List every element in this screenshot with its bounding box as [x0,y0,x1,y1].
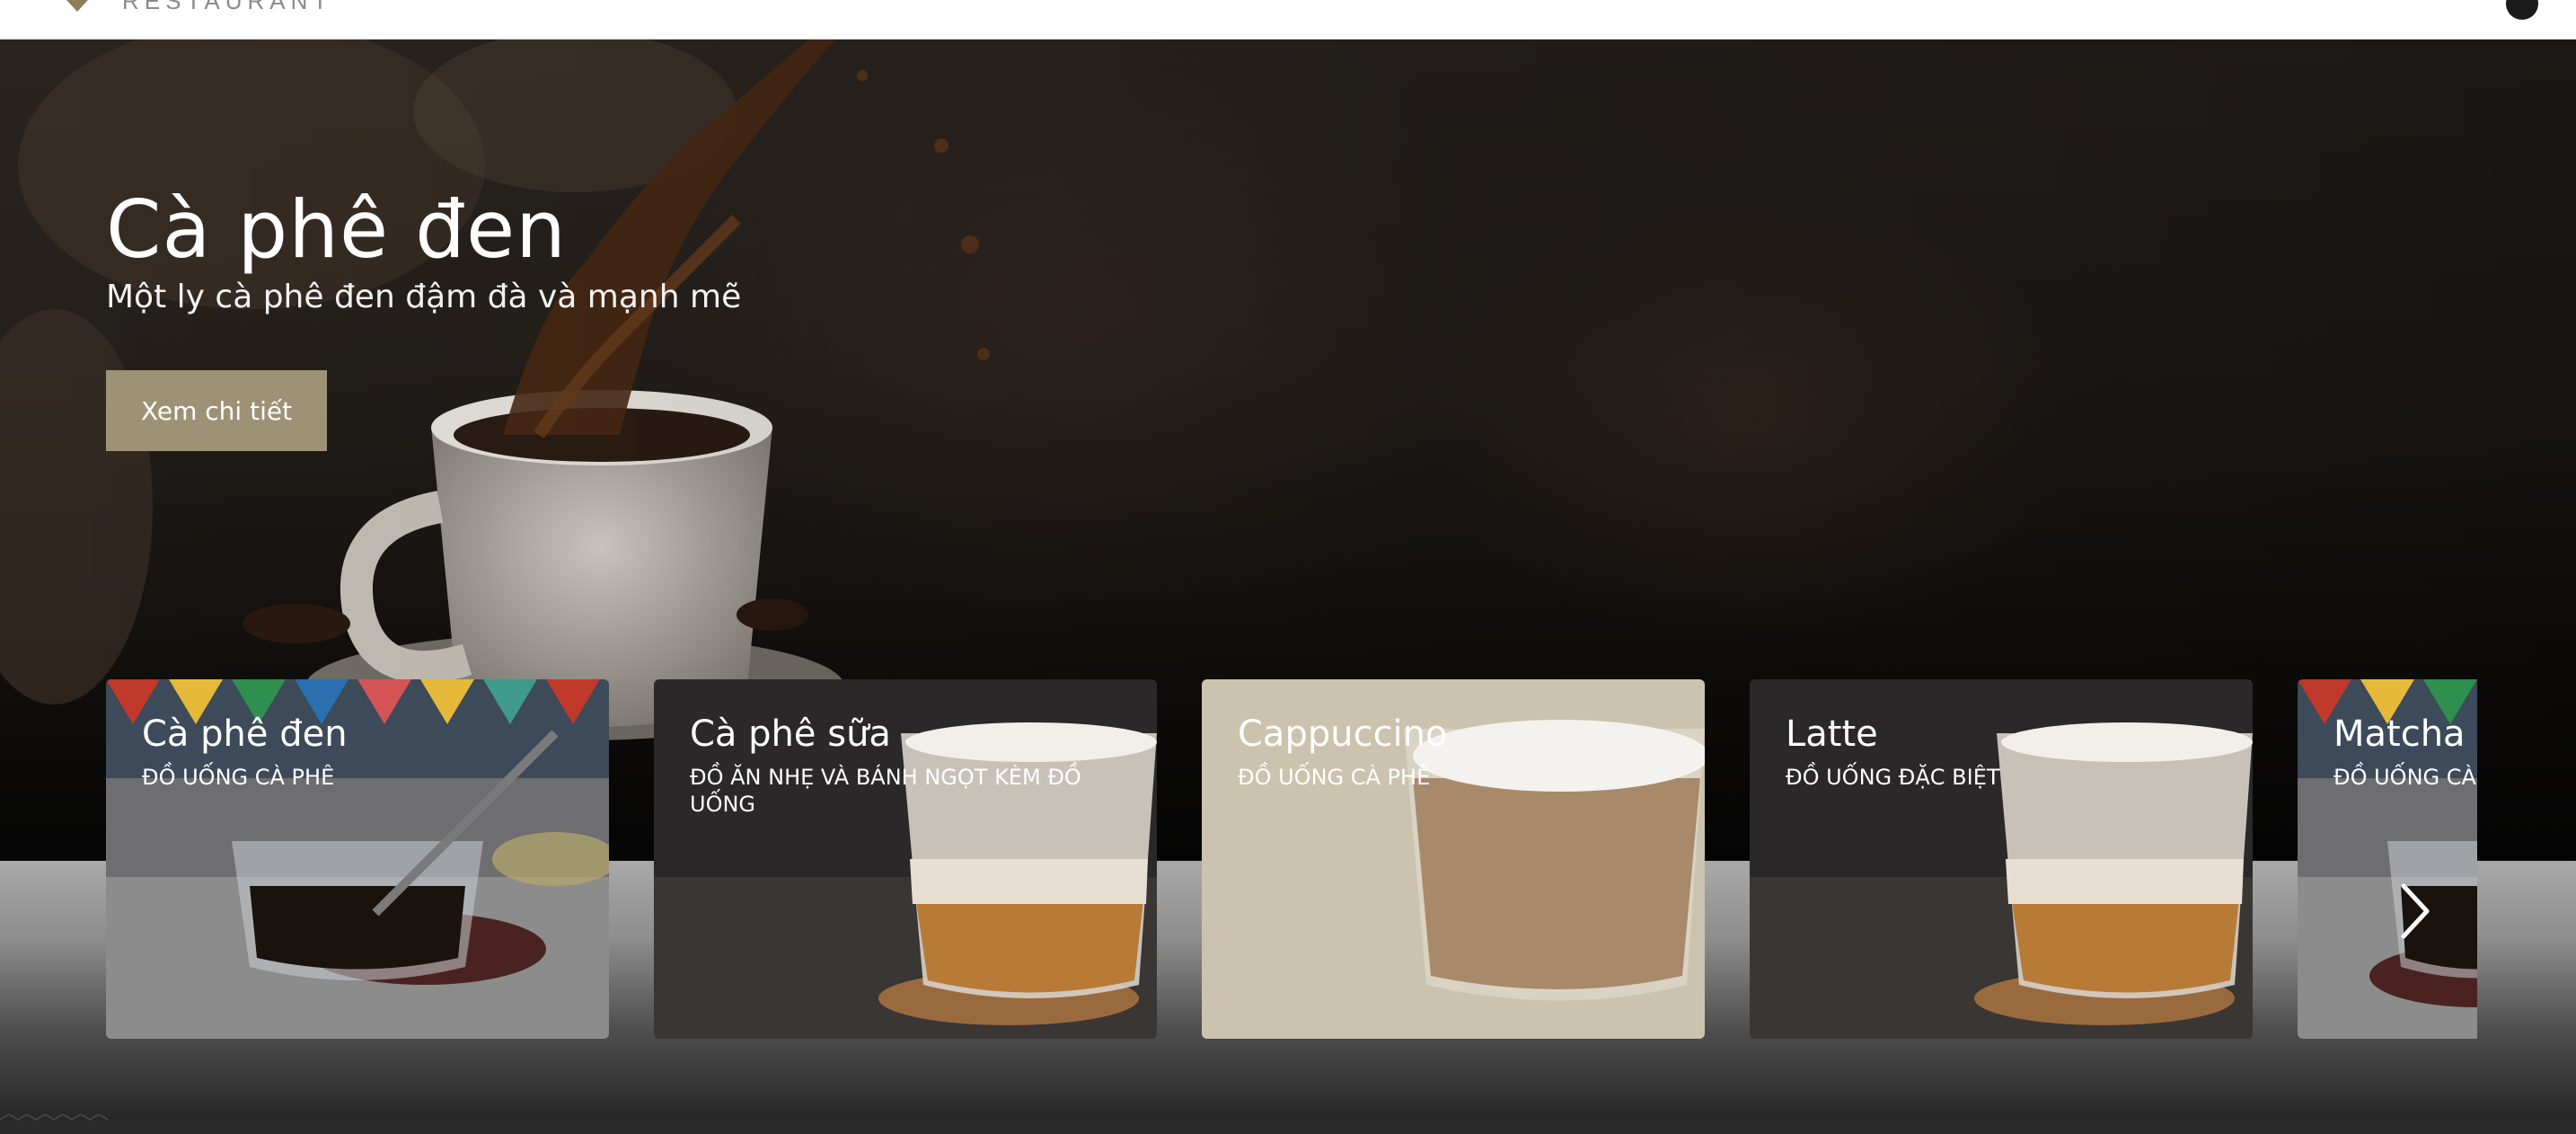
hero-subtitle: Một ly cà phê đen đậm đà và mạnh mẽ [106,279,742,315]
product-card[interactable]: Latte ĐỒ UỐNG ĐẶC BIỆT [1750,679,2253,1039]
product-card[interactable]: Cappuccino ĐỒ UỐNG CÀ PHÊ [1202,679,1705,1039]
hero-title: Cà phê đen [106,183,567,276]
product-carousel: Cà phê đen ĐỒ UỐNG CÀ PHÊ Cà phê sữa ĐỒ … [106,679,2477,1039]
card-title: Cà phê sữa [690,713,891,755]
card-category: ĐỒ UỐNG ĐẶC BIỆT [1786,765,2000,790]
product-card[interactable]: Matcha ĐỒ UỐNG CÀ [2298,679,2477,1039]
card-category: ĐỒ UỐNG CÀ PHÊ [1238,765,1431,790]
diamond-logo-icon [66,0,88,12]
logo-text[interactable]: RESTAURANT [122,0,332,15]
chevron-right-icon[interactable] [2391,877,2438,945]
card-category: ĐỒ ĂN NHẸ VÀ BÁNH NGỌT KÈM ĐỒ UỐNG [690,765,1081,817]
card-title: Latte [1786,713,1878,755]
product-card[interactable]: Cà phê sữa ĐỒ ĂN NHẸ VÀ BÁNH NGỌT KÈM ĐỒ… [654,679,1157,1039]
user-icon[interactable] [2504,0,2540,22]
card-title: Cappuccino [1238,713,1448,755]
bottom-divider [0,1114,2576,1134]
top-header: RESTAURANT [0,0,2576,40]
card-title: Cà phê đen [142,713,348,755]
card-category: ĐỒ UỐNG CÀ [2333,765,2476,790]
card-category: ĐỒ UỐNG CÀ PHÊ [142,765,335,790]
product-card[interactable]: Cà phê đen ĐỒ UỐNG CÀ PHÊ [106,679,609,1039]
view-details-button[interactable]: Xem chi tiết [106,370,327,451]
card-title: Matcha [2333,713,2466,755]
